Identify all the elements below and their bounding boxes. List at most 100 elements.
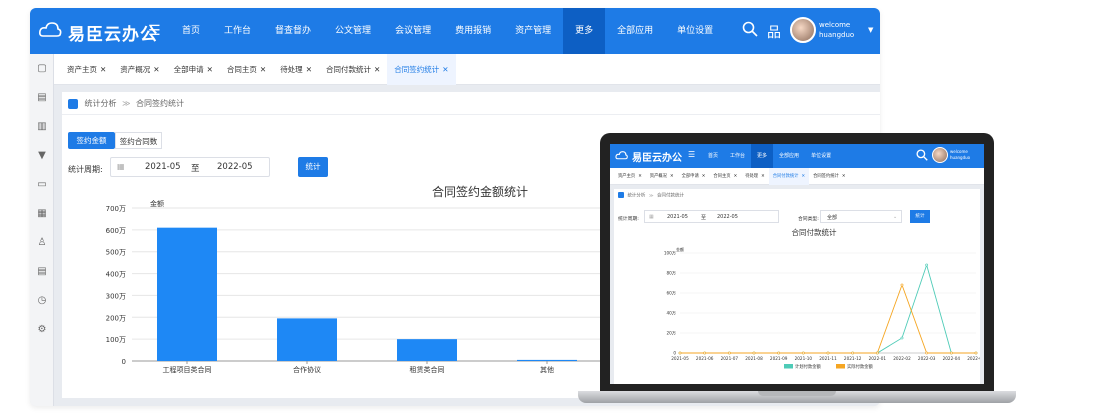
nav-item[interactable]: 更多: [563, 8, 606, 54]
tab-item[interactable]: 待处理 ✕: [741, 168, 769, 185]
date-range-picker[interactable]: ▦ 2021-05 至 2022-05: [110, 157, 270, 177]
type-select[interactable]: 全部 ⌄: [820, 210, 902, 223]
close-icon[interactable]: ✕: [207, 65, 213, 74]
avatar[interactable]: [790, 17, 816, 43]
search-icon[interactable]: [916, 149, 928, 161]
nav-item[interactable]: 督查督办: [263, 8, 323, 54]
stat-button[interactable]: 统计: [910, 210, 930, 223]
data-point[interactable]: [925, 263, 929, 267]
date-range-picker[interactable]: ▦ 2021-05 至 2022-05: [644, 210, 779, 223]
tab-item[interactable]: 合同付款统计 ✕: [768, 167, 810, 185]
nav-item[interactable]: 单位设置: [805, 144, 837, 168]
tab-item[interactable]: 全部申请 ✕: [167, 54, 220, 85]
file-icon[interactable]: ▤: [30, 257, 54, 286]
close-icon[interactable]: ✕: [670, 174, 674, 179]
data-point[interactable]: [949, 351, 953, 355]
tab-item[interactable]: 资产概况 ✕: [113, 54, 166, 85]
bar[interactable]: [157, 227, 217, 361]
bar[interactable]: [517, 359, 577, 361]
close-icon[interactable]: ✕: [153, 65, 159, 74]
data-point[interactable]: [826, 351, 830, 355]
close-icon[interactable]: ✕: [306, 65, 312, 74]
tab-item[interactable]: 全部申请 ✕: [678, 168, 710, 185]
tab-item[interactable]: 资产概况 ✕: [646, 168, 678, 185]
data-point[interactable]: [703, 351, 707, 355]
bar[interactable]: [397, 339, 457, 361]
nav-item[interactable]: 全部应用: [773, 144, 805, 168]
tab-item[interactable]: 资产主页 ✕: [60, 54, 113, 85]
settings-icon[interactable]: ⚙: [30, 315, 54, 344]
data-point[interactable]: [974, 351, 978, 355]
close-icon[interactable]: ✕: [761, 174, 765, 179]
tab-item[interactable]: 合同付款统计 ✕: [319, 54, 387, 85]
user-icon[interactable]: ♙: [30, 228, 54, 257]
close-icon[interactable]: ✕: [100, 65, 106, 74]
close-icon[interactable]: ✕: [842, 174, 846, 179]
tab-item[interactable]: 待处理 ✕: [273, 54, 319, 85]
list-icon[interactable]: ▥: [30, 112, 54, 141]
x-tick-label: 2022-05: [967, 356, 980, 361]
data-point[interactable]: [678, 351, 682, 355]
chevron-down-icon[interactable]: ▼: [868, 26, 873, 34]
search-icon[interactable]: [742, 21, 758, 37]
amount-toggle-button[interactable]: 签约金额: [68, 132, 115, 149]
doc-icon[interactable]: ▢: [30, 54, 54, 83]
nav-item[interactable]: 公文管理: [323, 8, 383, 54]
nav-item[interactable]: 首页: [170, 8, 212, 54]
inbox-icon[interactable]: ▤: [30, 83, 54, 112]
close-icon[interactable]: ✕: [260, 65, 266, 74]
nav-item[interactable]: 单位设置: [665, 8, 725, 54]
data-point[interactable]: [900, 283, 904, 287]
date-start[interactable]: 2021-05: [667, 214, 688, 220]
menu-icon[interactable]: ☰: [688, 150, 695, 159]
data-point[interactable]: [900, 336, 904, 340]
nav-item[interactable]: 首页: [702, 144, 724, 168]
breadcrumb-section[interactable]: 统计分析: [627, 194, 645, 199]
nav-item[interactable]: 工作台: [724, 144, 751, 168]
close-icon[interactable]: ✕: [702, 174, 706, 179]
data-point[interactable]: [752, 351, 756, 355]
legend-swatch[interactable]: [784, 364, 793, 369]
menu-icon[interactable]: ☰: [148, 23, 161, 39]
date-end[interactable]: 2022-05: [217, 162, 253, 172]
nav-item[interactable]: 资产管理: [503, 8, 563, 54]
legend-swatch[interactable]: [836, 364, 845, 369]
tab-item[interactable]: 合同签约统计 ✕: [387, 53, 456, 85]
monitor-icon[interactable]: ▭: [30, 170, 54, 199]
legend-label[interactable]: 计划付款金额: [795, 363, 821, 370]
stat-button[interactable]: 统计: [298, 157, 328, 177]
close-icon[interactable]: ✕: [374, 65, 380, 74]
org-chart-icon[interactable]: 品: [767, 22, 781, 42]
tab-item[interactable]: 合同主页 ✕: [709, 168, 741, 185]
tab-item[interactable]: 合同签约统计 ✕: [809, 168, 849, 185]
data-point[interactable]: [801, 351, 805, 355]
nav-item[interactable]: 工作台: [212, 8, 263, 54]
data-point[interactable]: [727, 351, 731, 355]
data-point[interactable]: [875, 351, 879, 355]
data-point[interactable]: [777, 351, 781, 355]
tab-item[interactable]: 资产主页 ✕: [614, 168, 646, 185]
nav-item[interactable]: 全部应用: [605, 8, 665, 54]
nav-item[interactable]: 费用报销: [443, 8, 503, 54]
data-point[interactable]: [851, 351, 855, 355]
user-welcome[interactable]: welcome huangduo: [819, 20, 854, 40]
breadcrumb-section[interactable]: 统计分析: [85, 99, 117, 108]
avatar[interactable]: [932, 147, 948, 163]
clock-icon[interactable]: ◷: [30, 286, 54, 315]
count-toggle-button[interactable]: 签约合同数: [115, 132, 162, 149]
date-start[interactable]: 2021-05: [145, 162, 181, 172]
data-point[interactable]: [925, 351, 929, 355]
close-icon[interactable]: ✕: [801, 174, 805, 179]
user-welcome[interactable]: welcome huangduo: [950, 149, 970, 161]
tab-item[interactable]: 合同主页 ✕: [220, 54, 273, 85]
nav-item[interactable]: 更多: [751, 144, 774, 168]
grid-icon[interactable]: ▦: [30, 199, 54, 228]
close-icon[interactable]: ✕: [638, 174, 642, 179]
nav-item[interactable]: 会议管理: [383, 8, 443, 54]
close-icon[interactable]: ✕: [734, 174, 738, 179]
bar[interactable]: [277, 318, 337, 361]
download-icon[interactable]: ▼: [30, 141, 54, 170]
close-icon[interactable]: ✕: [442, 65, 448, 74]
date-end[interactable]: 2022-05: [717, 214, 738, 220]
legend-label[interactable]: 实际付款金额: [847, 363, 873, 370]
